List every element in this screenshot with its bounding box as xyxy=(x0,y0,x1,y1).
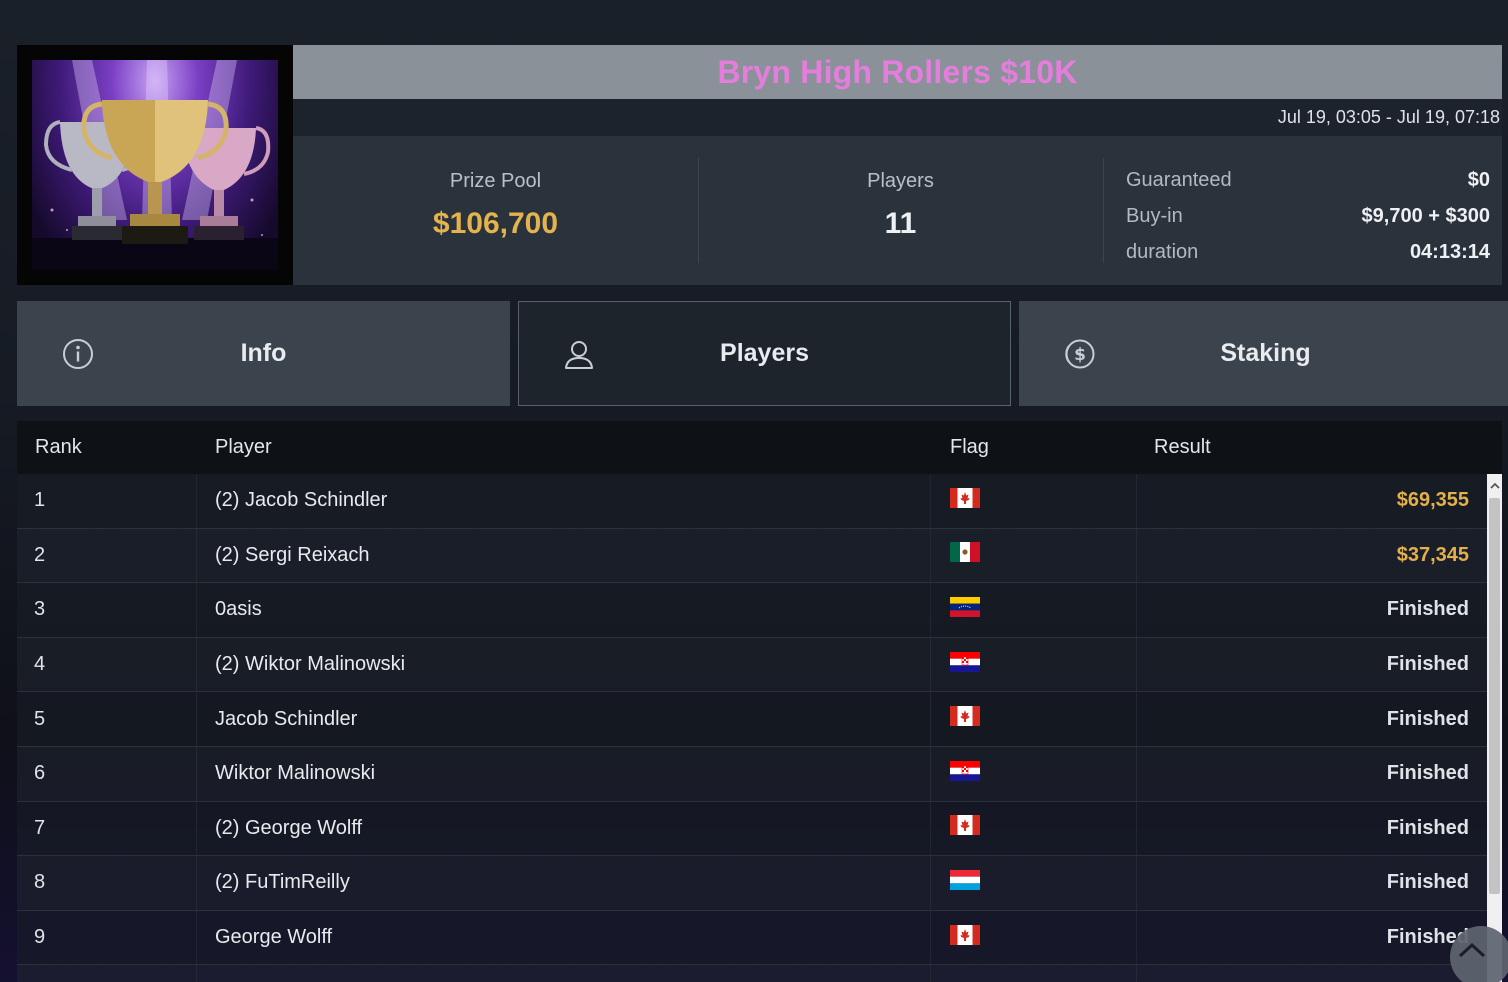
canada-flag-icon xyxy=(950,487,980,508)
prize-pool-label: Prize Pool xyxy=(449,170,542,192)
prize-pool-value: $106,700 xyxy=(432,207,559,240)
rank-cell: 7 xyxy=(34,816,46,839)
detail-row-guaranteed: Guaranteed $0 xyxy=(1126,162,1490,198)
tournament-logo xyxy=(17,45,293,285)
dollar-coin-icon: $ xyxy=(1065,339,1095,369)
tab-info[interactable]: Info xyxy=(17,301,510,406)
luxembourg-flag-icon xyxy=(950,869,980,890)
table-row[interactable]: 3 0asis Finished xyxy=(17,583,1487,638)
detail-row-duration: duration 04:13:14 xyxy=(1126,234,1490,270)
result-cell: $37,345 xyxy=(1396,543,1469,566)
scrollbar-thumb[interactable] xyxy=(1489,498,1500,894)
column-header-result[interactable]: Result xyxy=(1154,436,1211,459)
result-cell: Finished xyxy=(1386,653,1469,676)
table-row[interactable]: 7 (2) George Wolff Finished xyxy=(17,801,1487,857)
table-row[interactable]: 5 Jacob Schindler Finished xyxy=(17,692,1487,747)
date-range: Jul 19, 03:05 - Jul 19, 07:18 xyxy=(1277,107,1500,127)
flag-cell xyxy=(950,856,980,910)
result-cell: Finished xyxy=(1386,871,1469,894)
trophies-image xyxy=(32,60,278,270)
column-header-flag[interactable]: Flag xyxy=(950,436,989,459)
player-cell[interactable]: (2) FuTimReilly xyxy=(215,856,350,910)
mexico-flag-icon xyxy=(950,542,980,563)
rank-cell: 8 xyxy=(34,871,46,894)
players-count: 11 xyxy=(884,207,917,240)
table-row[interactable]: 4 (2) Wiktor Malinowski Finished xyxy=(17,637,1487,693)
rank-cell: 6 xyxy=(34,762,46,785)
rank-cell: 2 xyxy=(34,543,46,566)
player-cell[interactable]: Wiktor Malinowski xyxy=(215,747,375,801)
table-row[interactable]: 1 (2) Jacob Schindler $69,355 xyxy=(17,474,1487,529)
detail-key: Guaranteed xyxy=(1126,168,1232,191)
rank-cell: 5 xyxy=(34,707,46,730)
croatia-flag-icon xyxy=(950,760,980,781)
table-row[interactable]: 9 George Wolff Finished xyxy=(17,910,1487,966)
prize-pool-stat: Prize Pool $106,700 xyxy=(293,136,698,285)
players-table: 1 (2) Jacob Schindler $69,355 2 (2) Serg… xyxy=(17,474,1487,982)
result-cell: $69,355 xyxy=(1396,489,1469,512)
detail-value: $0 xyxy=(1467,168,1490,191)
canada-flag-icon xyxy=(950,706,980,727)
player-cell[interactable]: (2) Jacob Schindler xyxy=(215,474,387,528)
tournament-title: Bryn High Rollers $10K xyxy=(717,53,1078,90)
player-cell[interactable]: 0asis xyxy=(215,583,262,637)
result-cell: Finished xyxy=(1386,707,1469,730)
title-bar: Bryn High Rollers $10K xyxy=(293,45,1502,99)
table-scrollbar[interactable] xyxy=(1487,474,1502,982)
table-row[interactable] xyxy=(17,965,1487,982)
column-header-player[interactable]: Player xyxy=(215,436,272,459)
flag-cell xyxy=(950,911,980,965)
svg-text:$: $ xyxy=(1074,345,1086,365)
detail-value: 04:13:14 xyxy=(1409,240,1490,263)
user-icon xyxy=(565,341,593,369)
detail-key: Buy-in xyxy=(1126,204,1183,227)
rank-cell: 1 xyxy=(34,489,46,512)
stats-bar: Prize Pool $106,700 Players 11 Guarantee… xyxy=(293,136,1502,285)
tab-staking[interactable]: $ Staking xyxy=(1019,301,1508,406)
rank-cell: 4 xyxy=(34,653,46,676)
flag-cell xyxy=(950,802,980,856)
detail-key: duration xyxy=(1126,240,1199,263)
result-cell: Finished xyxy=(1386,598,1469,621)
venezuela-flag-icon xyxy=(950,596,980,617)
column-header-rank[interactable]: Rank xyxy=(35,436,82,459)
players-stat: Players 11 xyxy=(698,136,1103,285)
flag-cell xyxy=(950,583,980,637)
rank-cell: 9 xyxy=(34,926,46,949)
table-row[interactable]: 8 (2) FuTimReilly Finished xyxy=(17,856,1487,911)
croatia-flag-icon xyxy=(950,651,980,672)
chevron-up-icon xyxy=(1458,942,1486,958)
date-range-bar: Jul 19, 03:05 - Jul 19, 07:18 xyxy=(293,99,1502,136)
info-icon xyxy=(63,339,93,369)
rank-cell: 3 xyxy=(34,598,46,621)
table-row[interactable]: 2 (2) Sergi Reixach $37,345 xyxy=(17,528,1487,584)
result-cell: Finished xyxy=(1386,762,1469,785)
flag-cell xyxy=(950,747,980,801)
canada-flag-icon xyxy=(950,924,980,945)
flag-cell xyxy=(950,692,980,746)
player-cell[interactable]: (2) George Wolff xyxy=(215,802,362,856)
result-cell: Finished xyxy=(1386,816,1469,839)
flag-cell xyxy=(950,529,980,583)
player-cell[interactable]: (2) Wiktor Malinowski xyxy=(215,638,405,692)
players-label: Players xyxy=(867,170,934,192)
flag-cell xyxy=(950,474,980,528)
tab-players[interactable]: Players xyxy=(518,301,1011,406)
detail-row-buy-in: Buy-in $9,700 + $300 xyxy=(1126,198,1490,234)
player-cell[interactable]: George Wolff xyxy=(215,911,332,965)
canada-flag-icon xyxy=(950,815,980,836)
table-header: Rank Player Flag Result xyxy=(17,421,1502,474)
table-row[interactable]: 6 Wiktor Malinowski Finished xyxy=(17,746,1487,802)
player-cell[interactable]: Jacob Schindler xyxy=(215,692,357,746)
flag-cell xyxy=(950,638,980,692)
back-to-top-button[interactable] xyxy=(1450,926,1508,982)
scroll-up-arrow-icon[interactable] xyxy=(1487,474,1502,496)
player-cell[interactable]: (2) Sergi Reixach xyxy=(215,529,370,583)
tournament-details: Guaranteed $0 Buy-in $9,700 + $300 durat… xyxy=(1103,136,1502,285)
detail-value: $9,700 + $300 xyxy=(1361,204,1490,227)
